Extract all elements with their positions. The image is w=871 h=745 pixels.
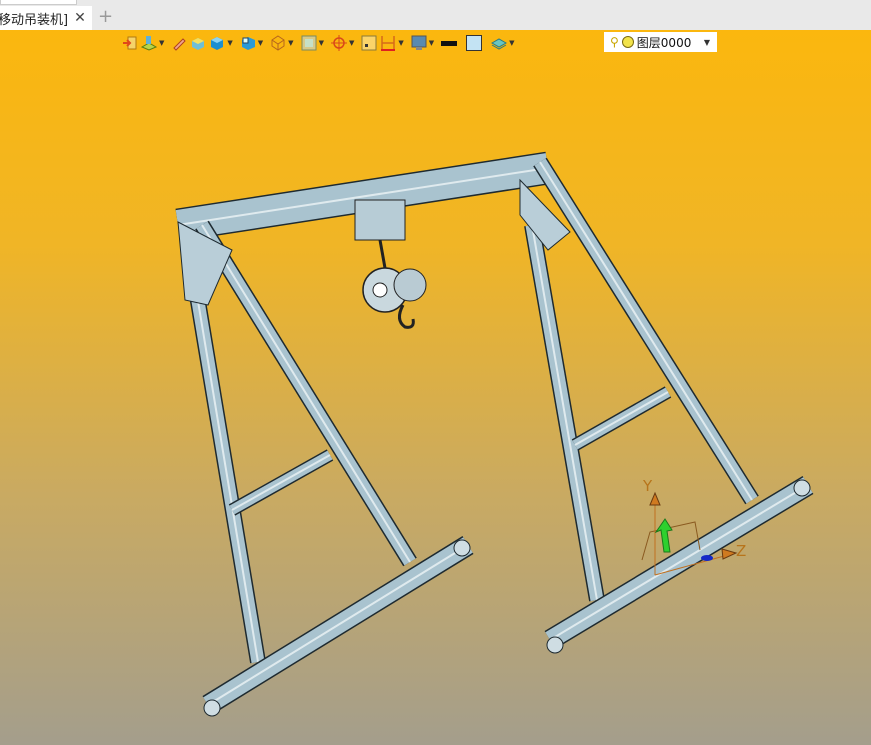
hook [398, 304, 415, 329]
hoist-motor [393, 268, 427, 302]
wheel [453, 539, 471, 557]
green-drag-handle[interactable] [654, 518, 673, 553]
hoist [354, 199, 427, 329]
gantry-crane-frame [175, 151, 814, 717]
hoist-hub [372, 282, 388, 298]
z-axis-arrow [721, 548, 738, 560]
trolley [354, 199, 406, 241]
hoist-chain [378, 239, 387, 269]
right-vertical-leg-face [531, 224, 598, 601]
blue-handle[interactable] [701, 555, 713, 561]
crane-model: Y Z [175, 151, 814, 717]
z-axis-label: Z [736, 542, 746, 560]
left-brace-face [231, 454, 331, 511]
right-brace-face [574, 391, 669, 446]
y-axis-label: Y [642, 477, 653, 495]
wheel [793, 479, 811, 497]
wheel [203, 699, 221, 717]
wheel [546, 636, 564, 654]
